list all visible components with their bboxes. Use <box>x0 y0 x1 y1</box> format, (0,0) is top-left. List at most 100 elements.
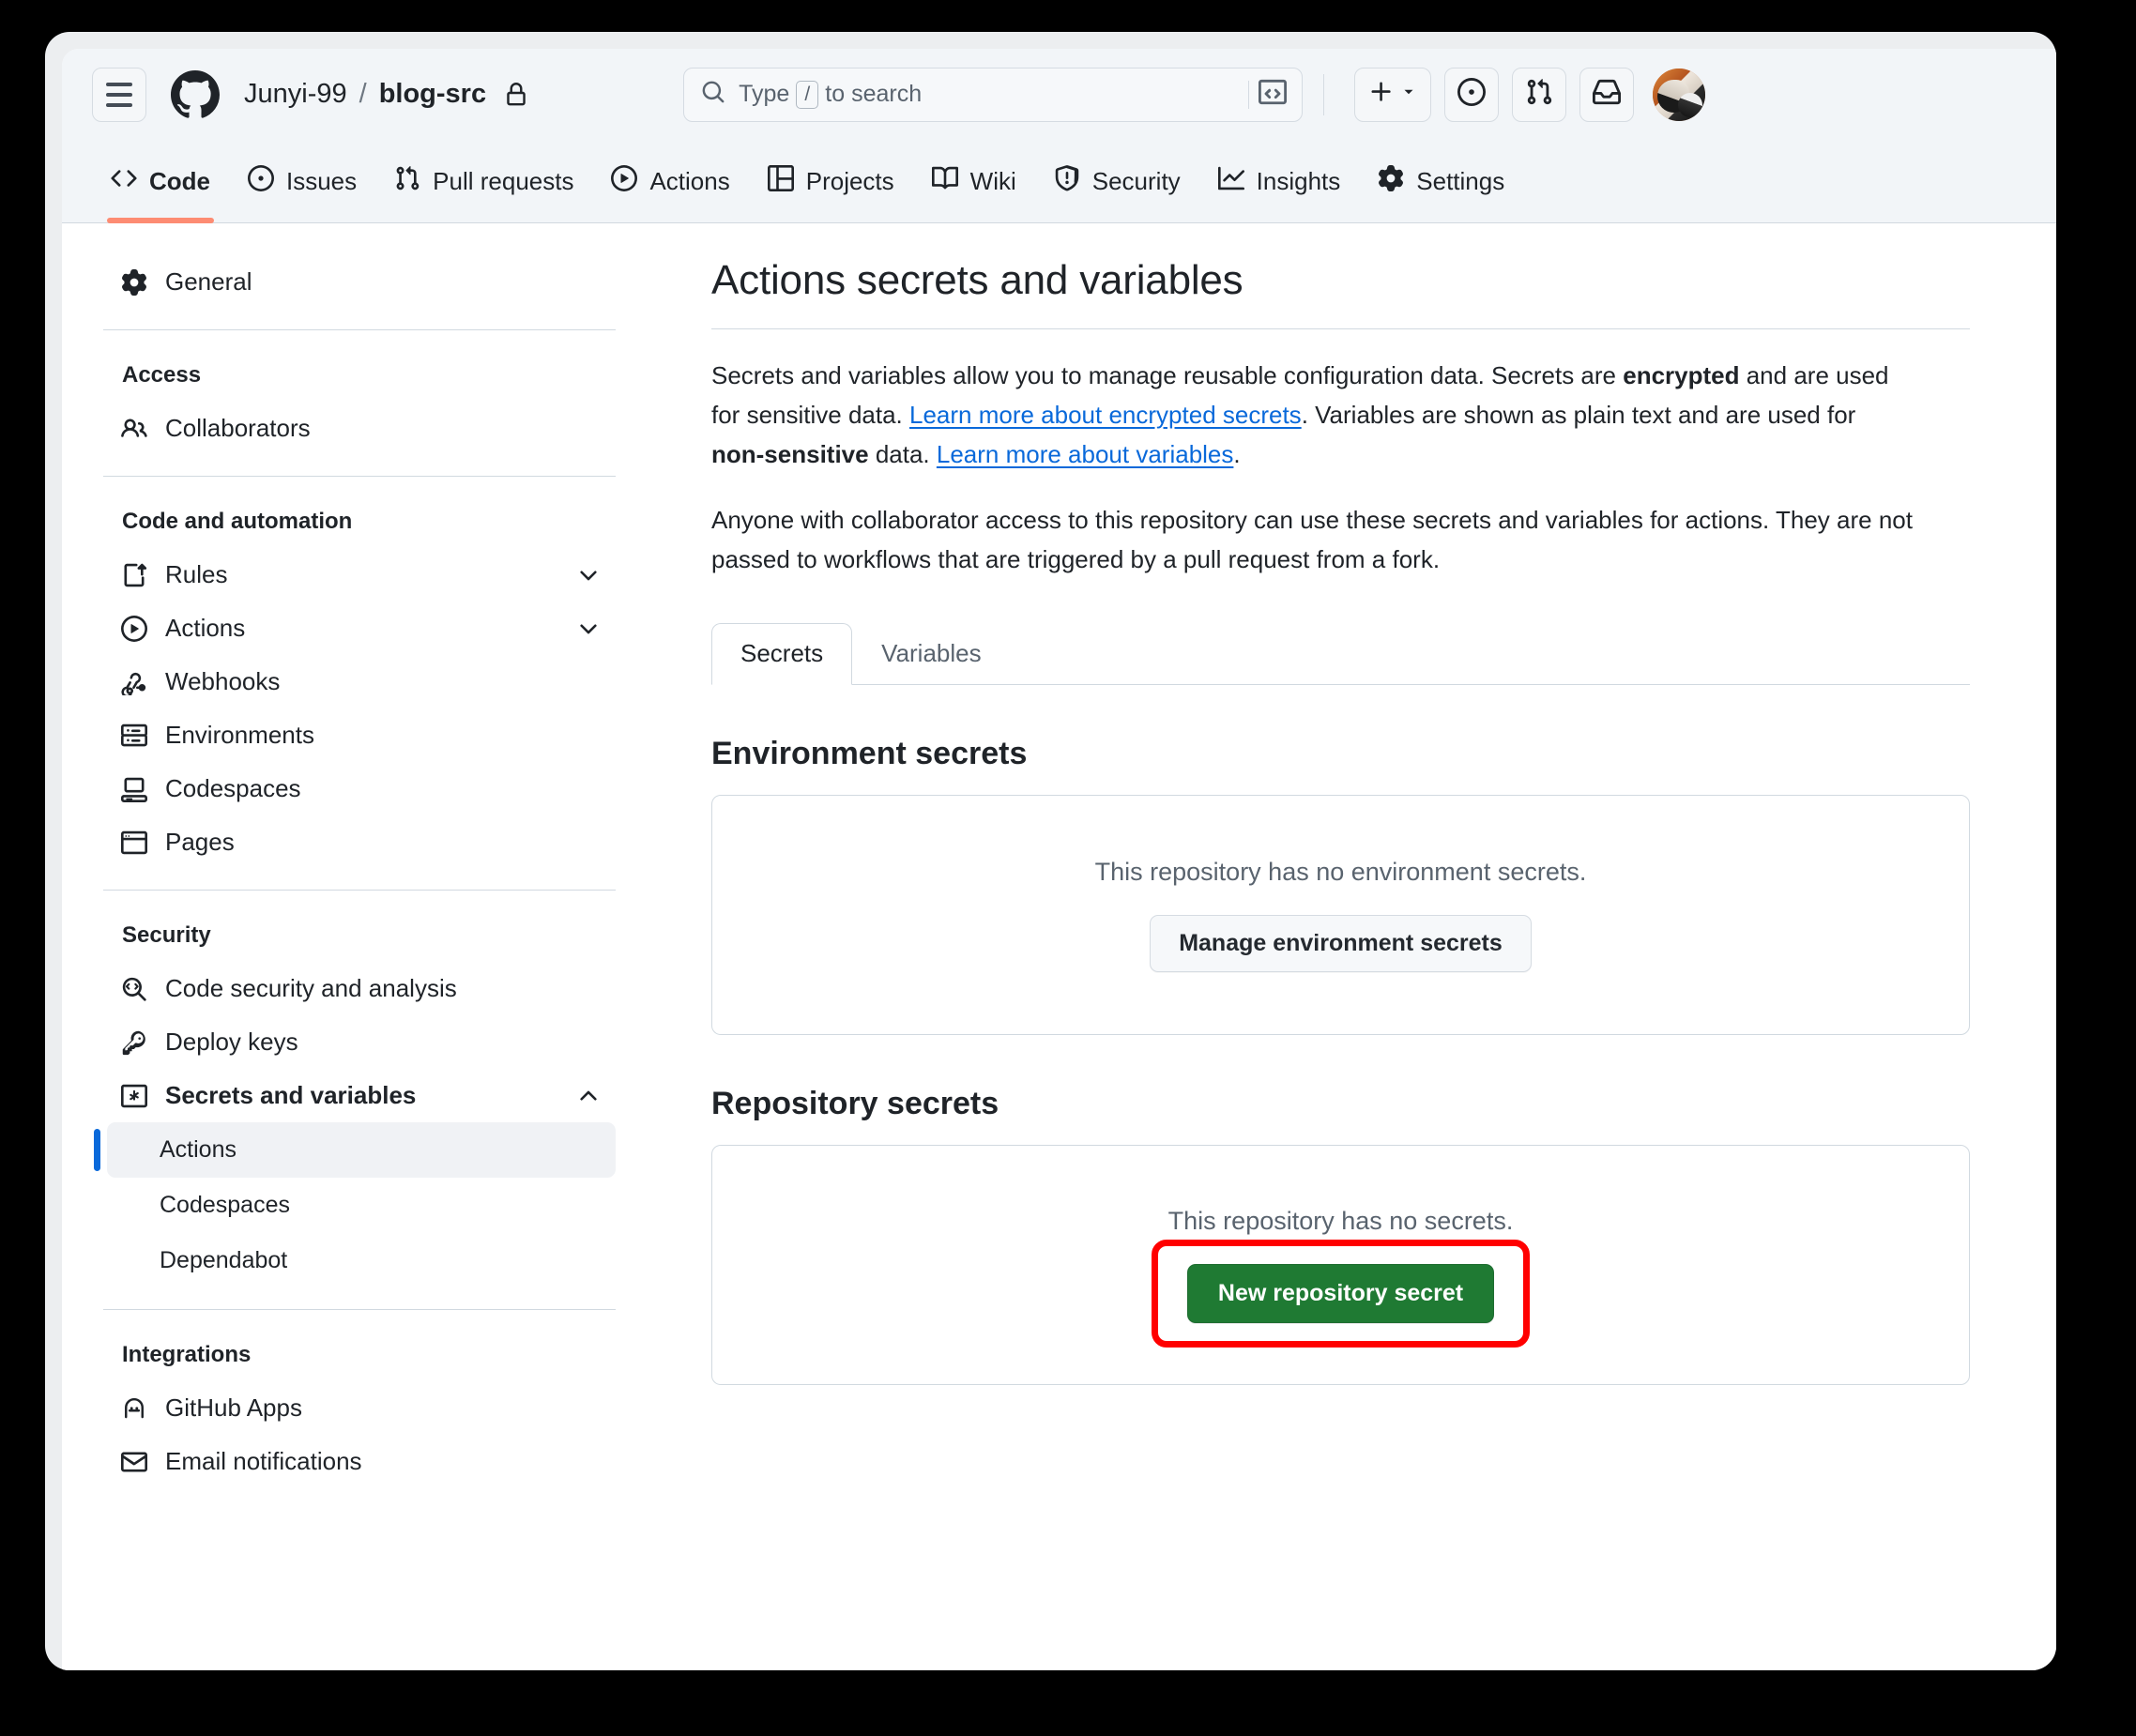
breadcrumb-separator: / <box>359 79 367 109</box>
tab-settings[interactable]: Settings <box>1359 140 1523 222</box>
avatar[interactable] <box>1653 68 1706 121</box>
sidebar-item-label: Email notifications <box>165 1447 362 1475</box>
pull-requests-shortcut[interactable] <box>1512 67 1567 122</box>
sidebar-group-top: General <box>62 255 657 309</box>
sidebar-group-code-automation: Code and automation Rules Actions Webhoo… <box>62 497 657 869</box>
browser-icon <box>120 829 148 857</box>
chevron-down-icon[interactable] <box>576 563 601 587</box>
table-icon <box>767 164 794 198</box>
sidebar-item-deploy-keys[interactable]: Deploy keys <box>103 1015 616 1069</box>
tab-issues[interactable]: Issues <box>229 140 375 222</box>
book-icon <box>931 165 958 198</box>
slash-key-hint: / <box>796 80 819 109</box>
sidebar-group-security: Security Code security and analysis Depl… <box>62 911 657 1288</box>
sidebar-item-label: Environments <box>165 721 314 749</box>
chevron-down-icon[interactable] <box>576 617 601 641</box>
divider <box>103 329 616 330</box>
tab-projects[interactable]: Projects <box>749 140 913 222</box>
tab-label: Issues <box>286 166 358 195</box>
tab-label: Projects <box>805 166 894 195</box>
sidebar-item-secrets-and-variables[interactable]: Secrets and variables <box>103 1069 616 1122</box>
new-repository-secret-button[interactable]: New repository secret <box>1186 1263 1495 1323</box>
divider <box>711 328 1970 329</box>
sidebar-item-label: Code security and analysis <box>165 974 457 1002</box>
sidebar-item-environments[interactable]: Environments <box>103 708 616 762</box>
rules-icon <box>120 561 148 589</box>
tab-variables[interactable]: Variables <box>852 623 1010 685</box>
issues-shortcut[interactable] <box>1444 67 1500 122</box>
sidebar-item-github-apps[interactable]: GitHub Apps <box>103 1381 616 1435</box>
tab-wiki[interactable]: Wiki <box>913 140 1035 222</box>
key-icon <box>120 1028 148 1057</box>
repository-secrets-heading: Repository secrets <box>711 1085 999 1121</box>
gear-icon <box>1378 164 1404 198</box>
tab-pull-requests[interactable]: Pull requests <box>375 140 592 222</box>
sidebar-item-collaborators[interactable]: Collaborators <box>103 402 616 455</box>
sidebar-item-general[interactable]: General <box>103 255 616 309</box>
breadcrumb-repo[interactable]: blog-src <box>379 79 486 110</box>
sidebar-item-email-notifications[interactable]: Email notifications <box>103 1435 616 1488</box>
window-content: Junyi-99 / blog-src Type / to search Cod… <box>62 49 2056 1670</box>
sidebar-item-label: Deploy keys <box>165 1028 298 1056</box>
sidebar-subitem-codespaces[interactable]: Codespaces <box>107 1178 616 1233</box>
sidebar-item-label: Secrets and variables <box>165 1081 417 1109</box>
sidebar-item-codespaces[interactable]: Codespaces <box>103 762 616 815</box>
divider <box>103 1309 616 1310</box>
people-icon <box>120 415 148 443</box>
divider <box>1323 73 1325 115</box>
inbox-icon <box>1593 78 1622 111</box>
sidebar-item-rules[interactable]: Rules <box>103 548 616 602</box>
sidebar-item-label: General <box>165 267 252 296</box>
new-repository-secret-annotation: New repository secret <box>1151 1239 1531 1348</box>
sidebar-item-code-security-and-analysis[interactable]: Code security and analysis <box>103 962 616 1015</box>
intro-text: . <box>1233 440 1241 469</box>
webhook-icon <box>120 668 148 696</box>
sidebar-group-heading: Code and automation <box>122 509 353 534</box>
intro-bold-non-sensitive: non-sensitive <box>711 440 869 469</box>
intro-text: . Variables are shown as plain text and … <box>1301 401 1856 430</box>
graph-icon <box>1217 165 1244 198</box>
sidebar-item-webhooks[interactable]: Webhooks <box>103 655 616 708</box>
manage-environment-secrets-button[interactable]: Manage environment secrets <box>1150 914 1532 972</box>
tab-actions[interactable]: Actions <box>592 140 748 222</box>
search-input[interactable]: Type / to search <box>683 67 1304 122</box>
page-title: Actions secrets and variables <box>711 257 1243 303</box>
hamburger-icon[interactable] <box>92 67 146 122</box>
github-mark-icon[interactable] <box>171 69 220 119</box>
settings-body: General Access Collaborators Code and au… <box>62 223 2056 1670</box>
notifications-inbox[interactable] <box>1579 67 1635 122</box>
sidebar-subitem-actions[interactable]: Actions <box>94 1122 616 1178</box>
tab-security[interactable]: Security <box>1035 140 1199 222</box>
secrets-variables-tabs: Secrets Variables <box>711 622 1970 685</box>
asterisk-box-icon <box>120 1082 148 1110</box>
server-icon <box>120 722 148 750</box>
tab-label: Variables <box>881 638 982 667</box>
tab-code[interactable]: Code <box>92 140 229 223</box>
codespaces-icon <box>120 775 148 803</box>
tab-insights[interactable]: Insights <box>1199 140 1360 222</box>
link-variables[interactable]: Learn more about variables <box>937 440 1234 468</box>
chevron-up-icon[interactable] <box>576 1084 601 1108</box>
create-new-menu[interactable] <box>1354 67 1432 122</box>
sidebar-item-label: Actions <box>165 614 246 642</box>
apps-icon <box>120 1394 148 1423</box>
link-encrypted-secrets[interactable]: Learn more about encrypted secrets <box>909 401 1302 429</box>
sidebar-subitem-dependabot[interactable]: Dependabot <box>107 1233 616 1288</box>
intro-paragraph-2: Anyone with collaborator access to this … <box>711 506 1913 574</box>
code-scan-icon <box>120 975 148 1003</box>
sidebar-item-label: Webhooks <box>165 667 281 695</box>
repository-secrets-panel: This repository has no secrets. New repo… <box>711 1144 1970 1385</box>
sidebar-subitem-label: Codespaces <box>160 1192 290 1218</box>
tab-label: Code <box>149 166 210 195</box>
sidebar-group-integrations: Integrations GitHub Apps Email notificat… <box>62 1331 657 1488</box>
gear-icon <box>120 268 148 297</box>
tab-label: Actions <box>649 166 730 195</box>
sidebar-item-actions[interactable]: Actions <box>103 602 616 655</box>
terminal-icon[interactable] <box>1259 78 1288 111</box>
sidebar-item-pages[interactable]: Pages <box>103 815 616 869</box>
sidebar-group-access: Access Collaborators <box>62 351 657 455</box>
breadcrumb-owner[interactable]: Junyi-99 <box>244 79 347 110</box>
tab-secrets[interactable]: Secrets <box>711 622 853 685</box>
browser-window: Junyi-99 / blog-src Type / to search Cod… <box>45 32 2056 1670</box>
divider <box>1248 80 1250 109</box>
